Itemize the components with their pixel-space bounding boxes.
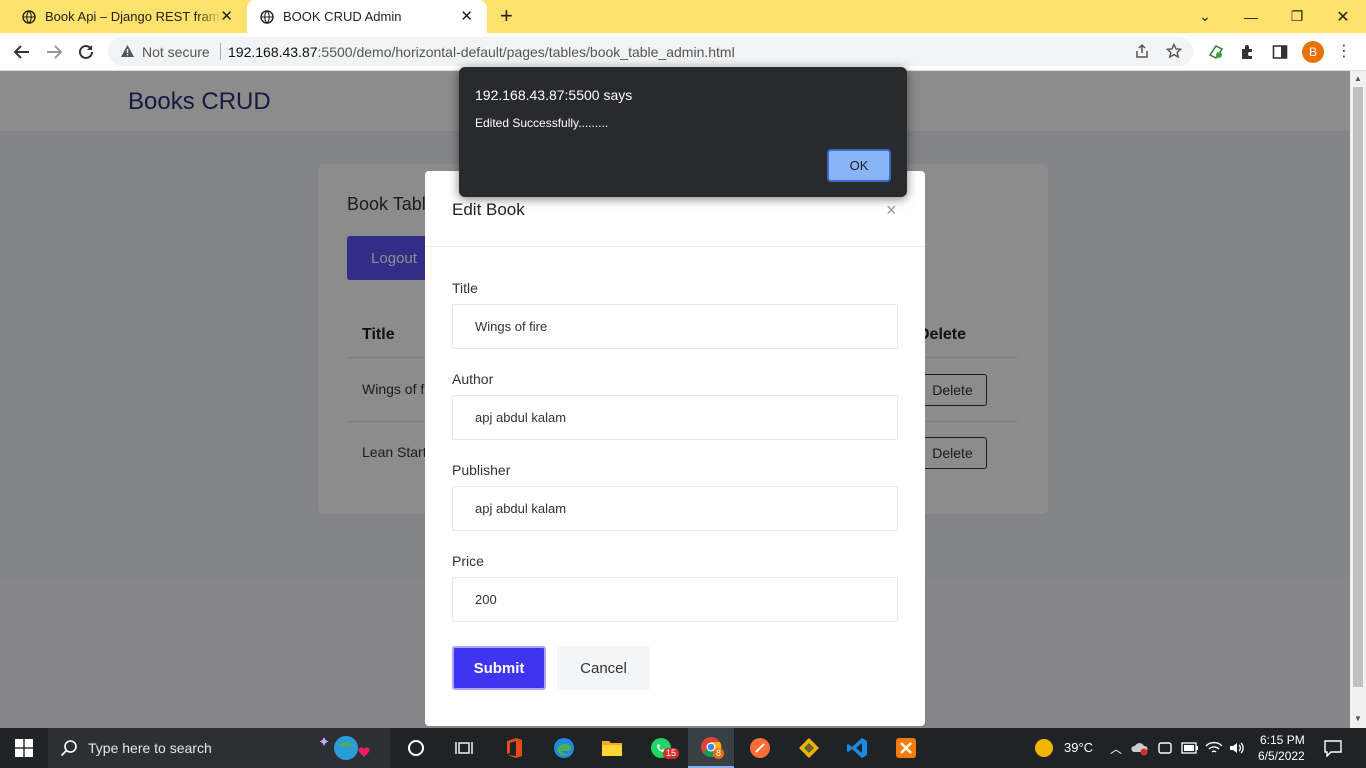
bookmark-star-icon[interactable] [1165,42,1183,64]
title-label: Title [452,280,478,296]
menu-kebab-icon[interactable]: ⋮ [1336,42,1352,62]
onedrive-icon[interactable] [1131,740,1149,761]
meet-now-icon[interactable] [1157,740,1173,761]
modal-title: Edit Book [452,200,525,219]
tab-book-api[interactable]: Book Api – Django REST framework ✕ [0,0,247,33]
alert-ok-button[interactable]: OK [827,149,891,182]
author-label: Author [452,371,494,387]
notification-badge: 15 [663,748,680,759]
new-tab-button[interactable]: + [500,5,513,27]
wifi-icon[interactable] [1205,740,1223,761]
scroll-up-icon[interactable]: ▲ [1354,74,1362,83]
tab-search-icon[interactable]: ⌄ [1182,0,1228,33]
office-icon[interactable] [494,728,534,768]
minimize-icon[interactable]: — [1228,0,1274,33]
title-input[interactable] [452,304,898,349]
submit-button[interactable]: Submit [452,646,546,690]
tab-close-icon[interactable]: ✕ [460,9,473,24]
page-scrollbar[interactable]: ▲ ▼ [1350,71,1366,728]
chevron-up-icon[interactable]: ︿ [1110,740,1122,757]
price-input[interactable] [452,577,898,622]
task-view-icon[interactable] [444,728,484,768]
restore-icon[interactable]: ❐ [1274,0,1320,33]
weather-sun-icon[interactable] [1034,738,1054,763]
globe-icon [22,9,36,24]
forward-icon[interactable] [43,41,65,63]
search-highlight-icon [316,733,376,768]
tab-close-icon[interactable]: ✕ [220,9,233,24]
url-path: :5500/demo/horizontal-default/pages/tabl… [317,44,735,60]
share-icon[interactable] [1134,43,1150,64]
extension-icon[interactable] [1206,42,1226,62]
file-explorer-icon[interactable] [592,728,632,768]
extensions-puzzle-icon[interactable] [1238,42,1258,62]
publisher-label: Publisher [452,462,511,478]
divider [425,246,925,247]
browser-tabstrip: Book Api – Django REST framework ✕ BOOK … [0,0,1366,33]
divider [220,43,221,60]
close-icon[interactable]: × [886,201,897,219]
git-icon[interactable] [789,728,829,768]
edit-book-modal: Edit Book × Title Author Publisher Price… [425,171,925,726]
whatsapp-icon[interactable]: 15 [641,728,681,768]
temperature-text[interactable]: 39°C [1064,740,1093,755]
edge-icon[interactable] [544,728,584,768]
search-placeholder: Type here to search [88,740,212,756]
reload-icon[interactable] [75,41,97,63]
clock-time: 6:15 PM [1260,733,1305,747]
cancel-button[interactable]: Cancel [557,646,650,690]
battery-icon[interactable] [1181,741,1199,759]
windows-start-icon[interactable] [0,728,48,768]
url-host: 192.168.43.87 [228,44,318,60]
security-label[interactable]: Not secure [142,44,210,60]
cortana-icon[interactable] [396,728,436,768]
browser-toolbar: Not secure 192.168.43.87:5500/demo/horiz… [0,33,1366,71]
alert-message: Edited Successfully......... [475,116,609,130]
tab-title: Book Api – Django REST framework [45,9,223,24]
chrome-icon[interactable]: 8 [688,728,734,768]
tab-book-crud-admin[interactable]: BOOK CRUD Admin ✕ [247,0,487,33]
url-text[interactable]: 192.168.43.87:5500/demo/horizontal-defau… [228,44,735,60]
taskbar: Type here to search 15 8 39°C ︿ 6:15 PM … [0,728,1366,768]
xampp-icon[interactable] [886,728,926,768]
scroll-down-icon[interactable]: ▼ [1354,714,1362,723]
vscode-icon[interactable] [837,728,877,768]
window-close-icon[interactable]: ✕ [1320,0,1366,33]
volume-icon[interactable] [1228,740,1246,761]
alert-dialog: 192.168.43.87:5500 says Edited Successfu… [459,67,907,197]
profile-avatar[interactable]: B [1302,41,1324,63]
globe-icon [260,9,274,24]
side-panel-icon[interactable] [1270,42,1290,62]
taskbar-clock[interactable]: 6:15 PM 6/5/2022 [1258,732,1305,764]
publisher-input[interactable] [452,486,898,531]
clock-date: 6/5/2022 [1258,749,1305,763]
postman-icon[interactable] [740,728,780,768]
tab-title: BOOK CRUD Admin [283,9,402,24]
alert-origin: 192.168.43.87:5500 says [475,87,633,103]
address-bar[interactable]: Not secure 192.168.43.87:5500/demo/horiz… [108,37,1193,66]
taskbar-search[interactable]: Type here to search [48,728,390,768]
notification-badge: 8 [713,748,725,759]
author-input[interactable] [452,395,898,440]
warning-icon[interactable] [120,44,135,63]
scrollbar-thumb[interactable] [1353,87,1363,687]
notifications-icon[interactable] [1324,739,1342,762]
back-icon[interactable] [11,41,33,63]
price-label: Price [452,553,484,569]
search-icon [60,739,78,762]
